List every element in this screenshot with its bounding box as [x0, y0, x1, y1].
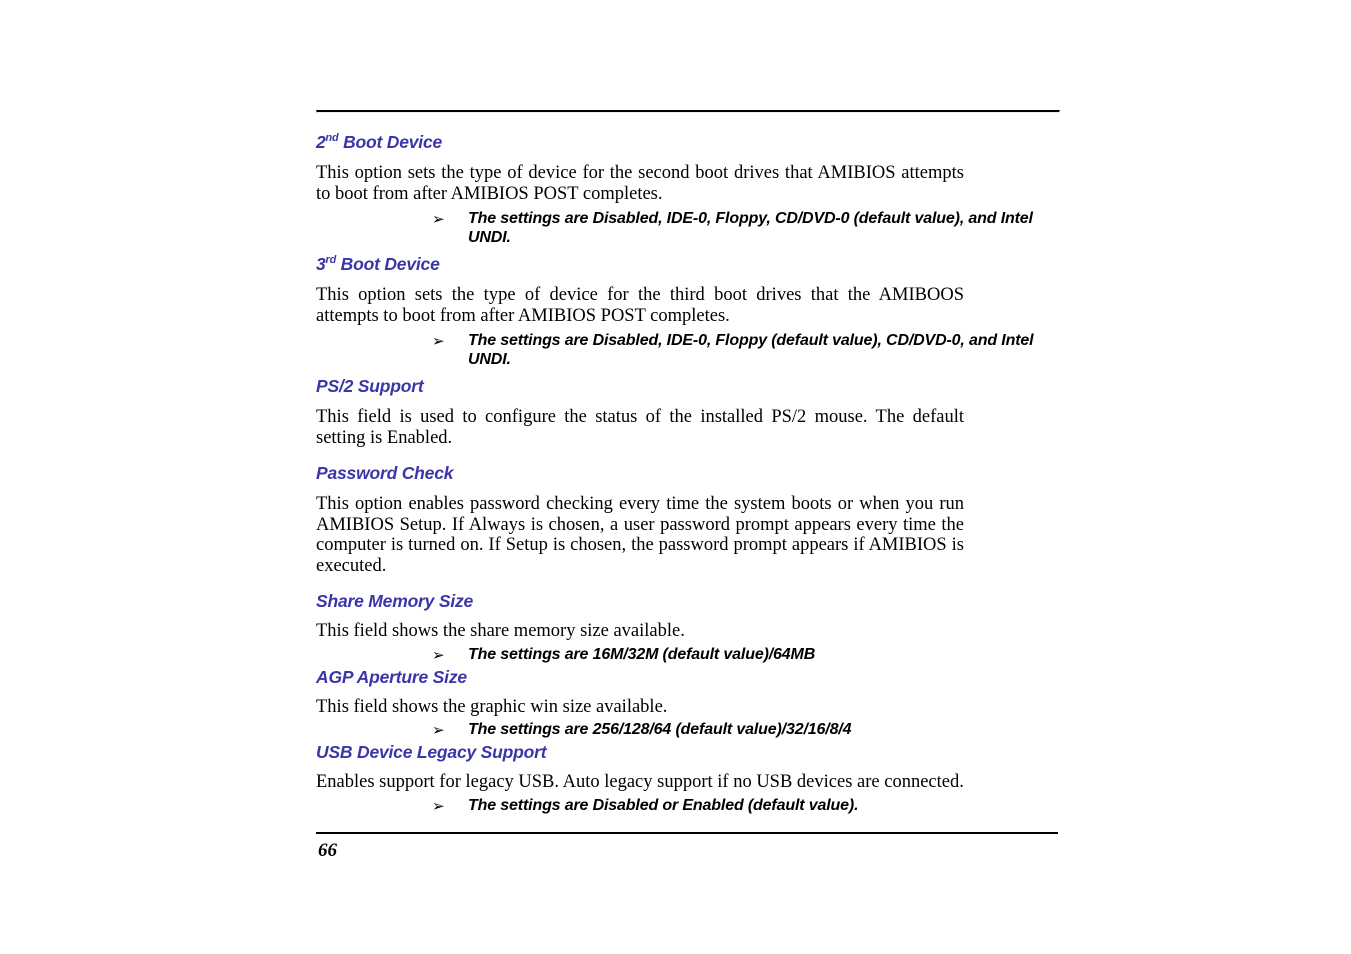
- arrow-bullet-icon: ➢: [432, 796, 445, 815]
- section-body-agp-aperture-size: This field shows the graphic win size av…: [316, 696, 668, 717]
- page-content: 2nd Boot Device This option sets the typ…: [316, 110, 1060, 815]
- bullet-item-usb-device-legacy-support: ➢ The settings are Disabled or Enabled (…: [316, 796, 1058, 815]
- section-heading-2nd-boot-device: 2nd Boot Device: [316, 132, 1058, 153]
- bullet-text: The settings are 16M/32M (default value)…: [468, 645, 816, 663]
- arrow-bullet-icon: ➢: [432, 210, 445, 228]
- heading-rest: Boot Device: [336, 254, 440, 274]
- arrow-bullet-icon: ➢: [432, 721, 445, 739]
- bullet-text: The settings are Disabled or Enabled (de…: [468, 796, 859, 814]
- heading-superscript: rd: [325, 254, 337, 267]
- heading-rest: Boot Device: [338, 132, 443, 152]
- section-body-share-memory-size: This field shows the share memory size a…: [316, 621, 685, 641]
- section-heading-ps2-support: PS/2 Support: [316, 376, 424, 396]
- section-heading-usb-device-legacy-support: USB Device Legacy Support: [316, 742, 547, 762]
- bullet-text: The settings are Disabled, IDE-0, Floppy…: [468, 332, 1034, 368]
- section-body-usb-device-legacy-support: Enables support for legacy USB. Auto leg…: [316, 772, 964, 792]
- page-number: 66: [318, 840, 337, 861]
- document-page: 2nd Boot Device This option sets the typ…: [0, 0, 1351, 954]
- bullet-item-agp-aperture-size: ➢ The settings are 256/128/64 (default v…: [316, 720, 1058, 739]
- bullet-item-3rd-boot-device: ➢ The settings are Disabled, IDE-0, Flop…: [316, 331, 1058, 369]
- bullet-item-2nd-boot-device: ➢ The settings are Disabled, IDE-0, Flop…: [316, 209, 1058, 247]
- heading-superscript: nd: [325, 132, 339, 145]
- bullet-text: The settings are 256/128/64 (default val…: [468, 721, 852, 738]
- bullet-text: The settings are Disabled, IDE-0, Floppy…: [468, 210, 1033, 246]
- arrow-bullet-icon: ➢: [432, 332, 445, 350]
- section-body-password-check: This option enables password checking ev…: [316, 494, 964, 576]
- footer-rule: [316, 832, 1058, 834]
- section-body-2nd-boot-device: This option sets the type of device for …: [316, 163, 964, 204]
- section-heading-share-memory-size: Share Memory Size: [316, 591, 474, 611]
- heading-prefix: 3: [316, 254, 326, 274]
- bullet-item-share-memory-size: ➢ The settings are 16M/32M (default valu…: [316, 645, 1058, 664]
- heading-prefix: 2: [316, 132, 326, 152]
- section-heading-password-check: Password Check: [316, 463, 454, 483]
- section-heading-agp-aperture-size: AGP Aperture Size: [316, 666, 467, 687]
- section-heading-3rd-boot-device: 3rd Boot Device: [316, 254, 1058, 275]
- arrow-bullet-icon: ➢: [432, 645, 445, 664]
- section-body-ps2-support: This field is used to configure the stat…: [316, 407, 964, 448]
- section-body-3rd-boot-device: This option sets the type of device for …: [316, 285, 964, 326]
